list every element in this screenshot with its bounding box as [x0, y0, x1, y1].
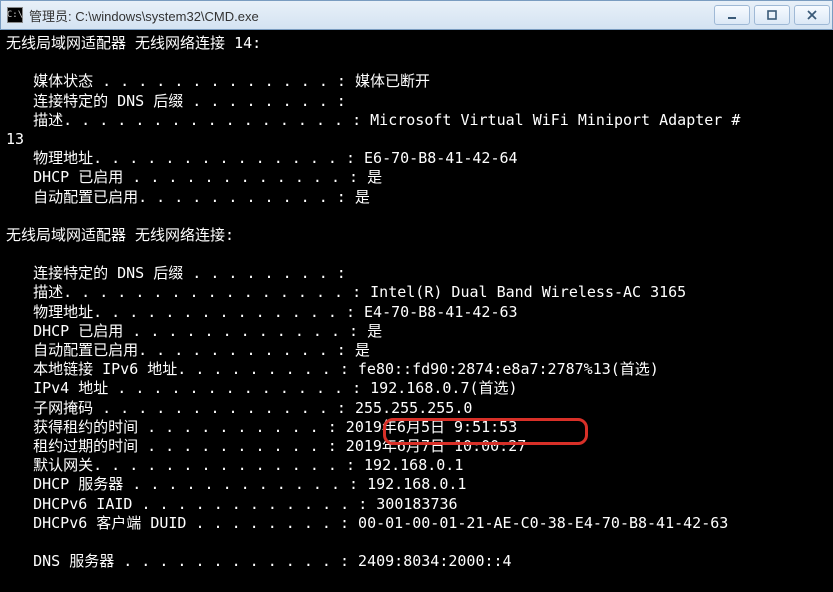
terminal-line: 本地链接 IPv6 地址. . . . . . . . . : fe80::fd…	[6, 360, 827, 379]
terminal-line: DHCP 已启用 . . . . . . . . . . . . : 是	[6, 168, 827, 187]
terminal-line: 描述. . . . . . . . . . . . . . . . : Inte…	[6, 283, 827, 302]
terminal-line: DHCPv6 IAID . . . . . . . . . . . . : 30…	[6, 495, 827, 514]
terminal-line	[6, 53, 827, 72]
terminal-line: 自动配置已启用. . . . . . . . . . . : 是	[6, 341, 827, 360]
terminal-line: DHCP 已启用 . . . . . . . . . . . . : 是	[6, 322, 827, 341]
terminal-line: 描述. . . . . . . . . . . . . . . . : Micr…	[6, 111, 827, 130]
terminal-line: 13	[6, 130, 827, 149]
cmd-icon: C:\	[7, 7, 23, 23]
terminal-line: 获得租约的时间 . . . . . . . . . . : 2019年6月5日 …	[6, 418, 827, 437]
terminal-line: 子网掩码 . . . . . . . . . . . . . : 255.255…	[6, 399, 827, 418]
terminal-line: 自动配置已启用. . . . . . . . . . . : 是	[6, 188, 827, 207]
terminal-line	[6, 207, 827, 226]
terminal-line: 连接特定的 DNS 后缀 . . . . . . . . :	[6, 264, 827, 283]
terminal-line: 物理地址. . . . . . . . . . . . . . : E4-70-…	[6, 303, 827, 322]
close-button[interactable]	[794, 5, 830, 25]
window-title: 管理员: C:\windows\system32\CMD.exe	[29, 6, 712, 25]
terminal-line	[6, 533, 827, 552]
minimize-button[interactable]	[714, 5, 750, 25]
terminal-line: DHCP 服务器 . . . . . . . . . . . . : 192.1…	[6, 475, 827, 494]
terminal-line: IPv4 地址 . . . . . . . . . . . . . : 192.…	[6, 379, 827, 398]
terminal-line: 无线局域网适配器 无线网络连接 14:	[6, 34, 827, 53]
terminal-output: 无线局域网适配器 无线网络连接 14: 媒体状态 . . . . . . . .…	[0, 30, 833, 592]
terminal-line: 物理地址. . . . . . . . . . . . . . : E6-70-…	[6, 149, 827, 168]
maximize-button[interactable]	[754, 5, 790, 25]
terminal-line: DNS 服务器 . . . . . . . . . . . . : 2409:8…	[6, 552, 827, 571]
terminal-line	[6, 245, 827, 264]
titlebar: C:\ 管理员: C:\windows\system32\CMD.exe	[0, 0, 833, 30]
terminal-line: 连接特定的 DNS 后缀 . . . . . . . . :	[6, 92, 827, 111]
window-controls	[712, 5, 832, 25]
terminal-line: 媒体状态 . . . . . . . . . . . . . : 媒体已断开	[6, 72, 827, 91]
terminal-line: DHCPv6 客户端 DUID . . . . . . . . : 00-01-…	[6, 514, 827, 533]
terminal-line: 租约过期的时间 . . . . . . . . . . : 2019年6月7日 …	[6, 437, 827, 456]
terminal-line: 无线局域网适配器 无线网络连接:	[6, 226, 827, 245]
terminal-line: 默认网关. . . . . . . . . . . . . . : 192.16…	[6, 456, 827, 475]
